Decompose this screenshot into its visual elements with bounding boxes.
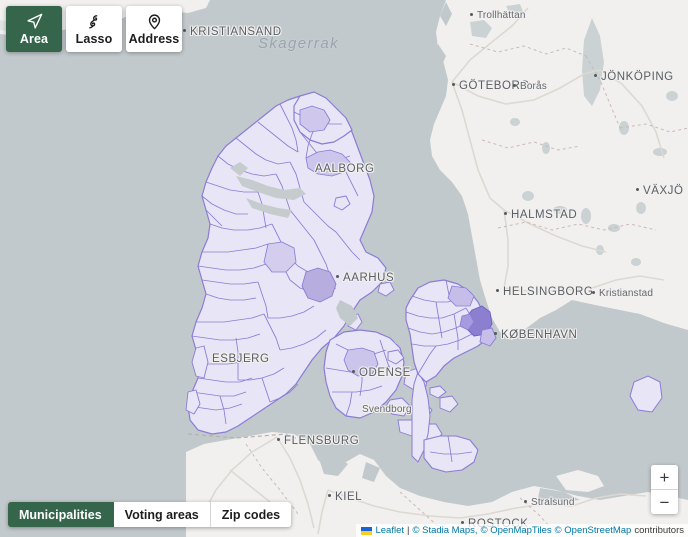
map-application: KRISTIANSAND Skagerrak Trollhättan JÖNKÖPIN… — [0, 0, 688, 537]
ukraine-flag-icon — [361, 526, 373, 535]
lasso-icon — [86, 12, 103, 31]
openstreetmap-link[interactable]: © OpenStreetMap — [555, 526, 632, 536]
zoom-in-label: + — [659, 467, 670, 487]
map-pin-icon — [146, 12, 163, 31]
attribution-bar: Leaflet | © Stadia Maps, © OpenMapTiles … — [356, 524, 688, 537]
layer-tab-group: Municipalities Voting areas Zip codes — [8, 502, 292, 527]
attribution-separator: | — [407, 524, 410, 536]
leaflet-link[interactable]: Leaflet — [375, 526, 404, 536]
lasso-tool-button[interactable]: Lasso — [66, 6, 122, 52]
tab-zip-codes[interactable]: Zip codes — [210, 502, 292, 527]
tab-municipalities-label: Municipalities — [19, 507, 102, 522]
stadia-maps-link[interactable]: © Stadia Maps, — [412, 526, 477, 536]
navigation-arrow-icon — [26, 12, 43, 31]
tab-zip-codes-label: Zip codes — [221, 507, 281, 522]
tab-voting-areas[interactable]: Voting areas — [113, 502, 211, 527]
lasso-tool-label: Lasso — [75, 32, 113, 47]
openmaptiles-link[interactable]: © OpenMapTiles — [481, 526, 552, 536]
area-tool-label: Area — [19, 32, 49, 47]
area-tool-button[interactable]: Area — [6, 6, 62, 52]
tab-municipalities[interactable]: Municipalities — [8, 502, 114, 527]
zoom-in-button[interactable]: + — [651, 465, 678, 490]
tab-voting-areas-label: Voting areas — [124, 507, 199, 522]
zoom-out-label: − — [659, 492, 670, 512]
zoom-out-button[interactable]: − — [651, 490, 678, 514]
municipality-aarhus-highlight — [301, 267, 337, 303]
map-canvas[interactable] — [0, 0, 688, 537]
drawing-tool-bar: Area Lasso Address — [6, 6, 182, 52]
attribution-contributors: contributors — [634, 524, 684, 536]
zoom-control: + − — [651, 465, 678, 514]
address-tool-label: Address — [128, 32, 180, 47]
address-tool-button[interactable]: Address — [126, 6, 182, 52]
